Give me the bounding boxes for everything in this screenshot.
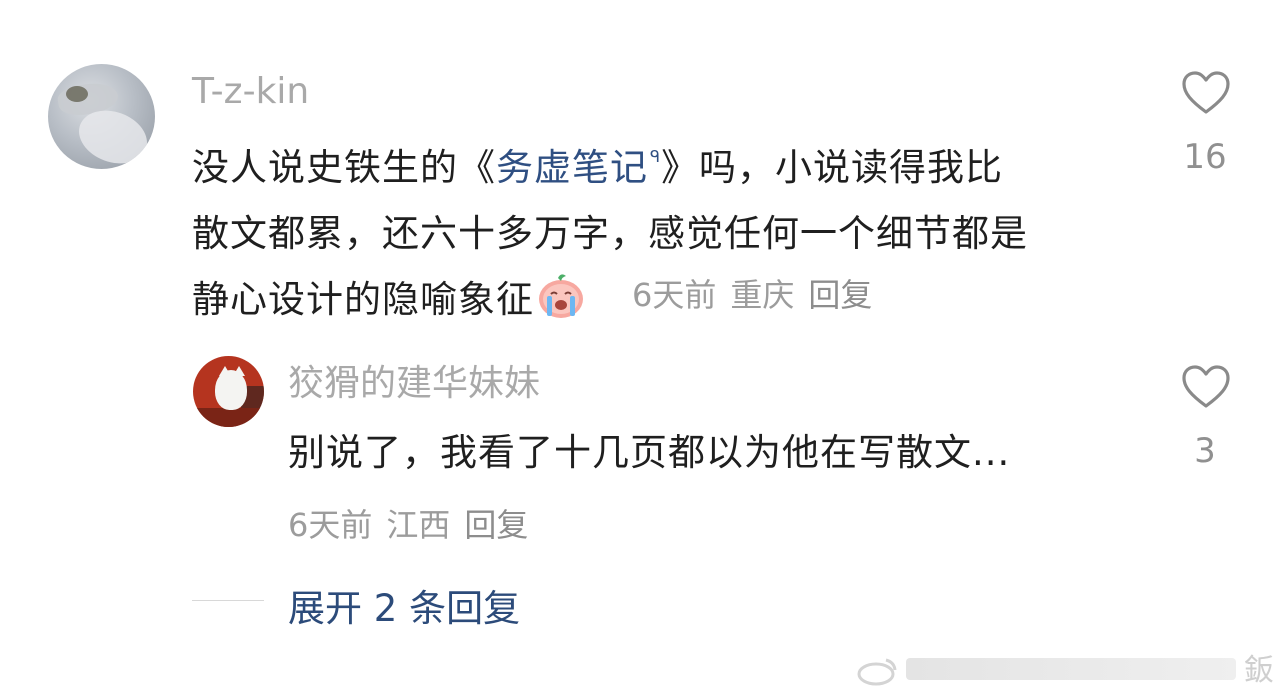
book-link[interactable]: 务虚笔记 ᑫ	[496, 146, 661, 189]
watermark: 鈑	[856, 645, 1274, 689]
avatar-shape	[215, 370, 247, 410]
avatar-shape	[193, 408, 264, 427]
avatar-shape	[66, 86, 88, 102]
watermark-bar	[906, 658, 1236, 680]
comment-text-part: 没人说史铁生的《	[192, 146, 496, 189]
reply-text: 别说了，我看了十几页都以为他在写散文...	[288, 431, 1011, 474]
reply-button[interactable]: 回复	[464, 506, 528, 544]
like-count: 16	[1183, 137, 1227, 177]
heart-icon[interactable]	[1181, 70, 1231, 116]
reply-time: 6天前	[288, 506, 373, 544]
reply-meta: 6天前 江西 回复	[288, 500, 542, 546]
weibo-logo-icon	[857, 658, 897, 686]
avatar[interactable]	[48, 64, 155, 169]
comment-location: 重庆	[730, 276, 795, 314]
crying-face-emoji	[539, 274, 583, 318]
comment-text-part: 》吗，小说读得我比	[661, 146, 1004, 189]
reply-button[interactable]: 回复	[808, 276, 872, 314]
expand-replies-button[interactable]: 展开 2 条回复	[288, 578, 520, 632]
book-link-label: 务虚笔记	[496, 146, 648, 189]
comment-line-2: 散文都累，还六十多万字，感觉任何一个细节都是	[192, 212, 1028, 255]
comment-meta: 6天前 重庆 回复	[632, 270, 886, 316]
search-link-icon: ᑫ	[650, 147, 662, 166]
comment-text-part: 静心设计的隐喻象征	[192, 278, 534, 321]
comment-time: 6天前	[632, 276, 717, 314]
reply-location: 江西	[386, 506, 451, 544]
reply-avatar[interactable]	[193, 356, 264, 427]
heart-icon[interactable]	[1181, 364, 1231, 410]
like-count: 3	[1194, 431, 1216, 471]
comment-username[interactable]: T-z-kin	[192, 74, 309, 110]
watermark-text: 鈑	[1244, 653, 1274, 688]
comment-line-1: 没人说史铁生的《务虚笔记 ᑫ》吗，小说读得我比	[192, 124, 1132, 201]
reply-username[interactable]: 狡猾的建华妹妹	[288, 366, 540, 402]
divider	[192, 600, 264, 601]
